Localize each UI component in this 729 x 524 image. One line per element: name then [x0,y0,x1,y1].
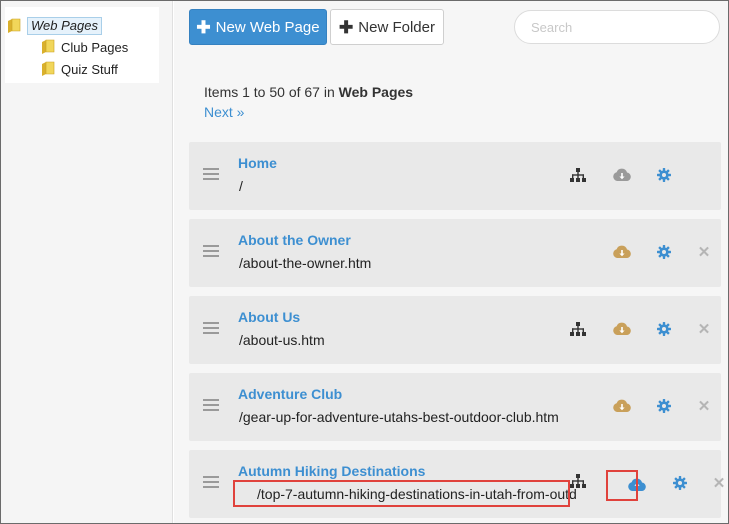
tree-item-quiz-stuff[interactable]: Quiz Stuff [41,61,118,77]
page-row-about-us[interactable]: About Us /about-us.htm ✕ [189,296,721,364]
pager-folder-name: Web Pages [338,84,414,100]
folder-icon [41,39,55,55]
page-row-about-the-owner[interactable]: About the Owner /about-the-owner.htm ✕ [189,219,721,287]
tree-item-label: Club Pages [61,39,129,55]
page-url: /gear-up-for-adventure-utahs-best-outdoo… [239,409,559,425]
folder-tree: Web Pages Club Pages Quiz Stuff [5,7,159,83]
drag-handle-icon[interactable] [203,168,219,180]
cloud-download-icon[interactable] [612,243,632,261]
folder-icon [41,61,55,77]
drag-handle-icon[interactable] [203,322,219,334]
drag-handle-icon[interactable] [203,245,219,257]
page-title-link[interactable]: Autumn Hiking Destinations [238,463,425,479]
new-folder-button[interactable]: ✚ New Folder [330,9,444,45]
sitemap-icon[interactable] [568,320,588,338]
cloud-upload-icon[interactable] [627,476,647,494]
gear-icon[interactable] [654,320,674,338]
gear-icon[interactable] [654,243,674,261]
close-icon[interactable]: ✕ [694,397,714,415]
gear-icon[interactable] [654,397,674,415]
page-url: / [239,178,243,194]
plus-icon: ✚ [339,17,354,37]
tree-item-label: Web Pages [27,17,102,35]
gear-icon[interactable] [654,166,674,184]
cloud-download-icon[interactable] [612,320,632,338]
page-title-link[interactable]: About the Owner [238,232,351,248]
main-content: ✚ New Web Page ✚ New Folder Items 1 to 5… [174,1,728,523]
page-title-link[interactable]: Adventure Club [238,386,342,402]
close-icon[interactable]: ✕ [709,474,729,492]
close-icon[interactable]: ✕ [694,243,714,261]
gear-icon[interactable] [670,474,690,492]
folder-icon [7,18,21,34]
button-label: New Folder [358,18,435,36]
drag-handle-icon[interactable] [203,399,219,411]
button-label: New Web Page [215,18,320,36]
tree-item-club-pages[interactable]: Club Pages [41,39,128,55]
search-input[interactable] [514,10,720,44]
plus-icon: ✚ [196,17,211,37]
folder-tree-panel: Web Pages Club Pages Quiz Stuff [1,1,173,523]
drag-handle-icon[interactable] [203,476,219,488]
pager-info: Items 1 to 50 of 67 in Web Pages [204,84,413,100]
page-url: /about-us.htm [239,332,325,348]
tree-item-web-pages[interactable]: Web Pages [7,17,102,35]
page-url: /about-the-owner.htm [239,255,372,271]
pager-prefix: Items 1 to 50 of 67 in [204,84,339,100]
page-row-adventure-club[interactable]: Adventure Club /gear-up-for-adventure-ut… [189,373,721,441]
new-web-page-button[interactable]: ✚ New Web Page [189,9,327,45]
sitemap-icon[interactable] [568,472,588,490]
page-title-link[interactable]: About Us [238,309,300,325]
page-row-autumn-hiking-destinations[interactable]: Autumn Hiking Destinations /top-7-autumn… [189,450,725,518]
page-row-home[interactable]: Home / [189,142,721,210]
sitemap-icon[interactable] [568,166,588,184]
cloud-download-icon[interactable] [612,397,632,415]
page-title-link[interactable]: Home [238,155,277,171]
tree-item-label: Quiz Stuff [61,61,118,77]
next-page-link[interactable]: Next » [204,104,244,120]
cloud-download-icon[interactable] [612,166,632,184]
close-icon[interactable]: ✕ [694,320,714,338]
page-url: /top-7-autumn-hiking-destinations-in-uta… [257,486,577,502]
